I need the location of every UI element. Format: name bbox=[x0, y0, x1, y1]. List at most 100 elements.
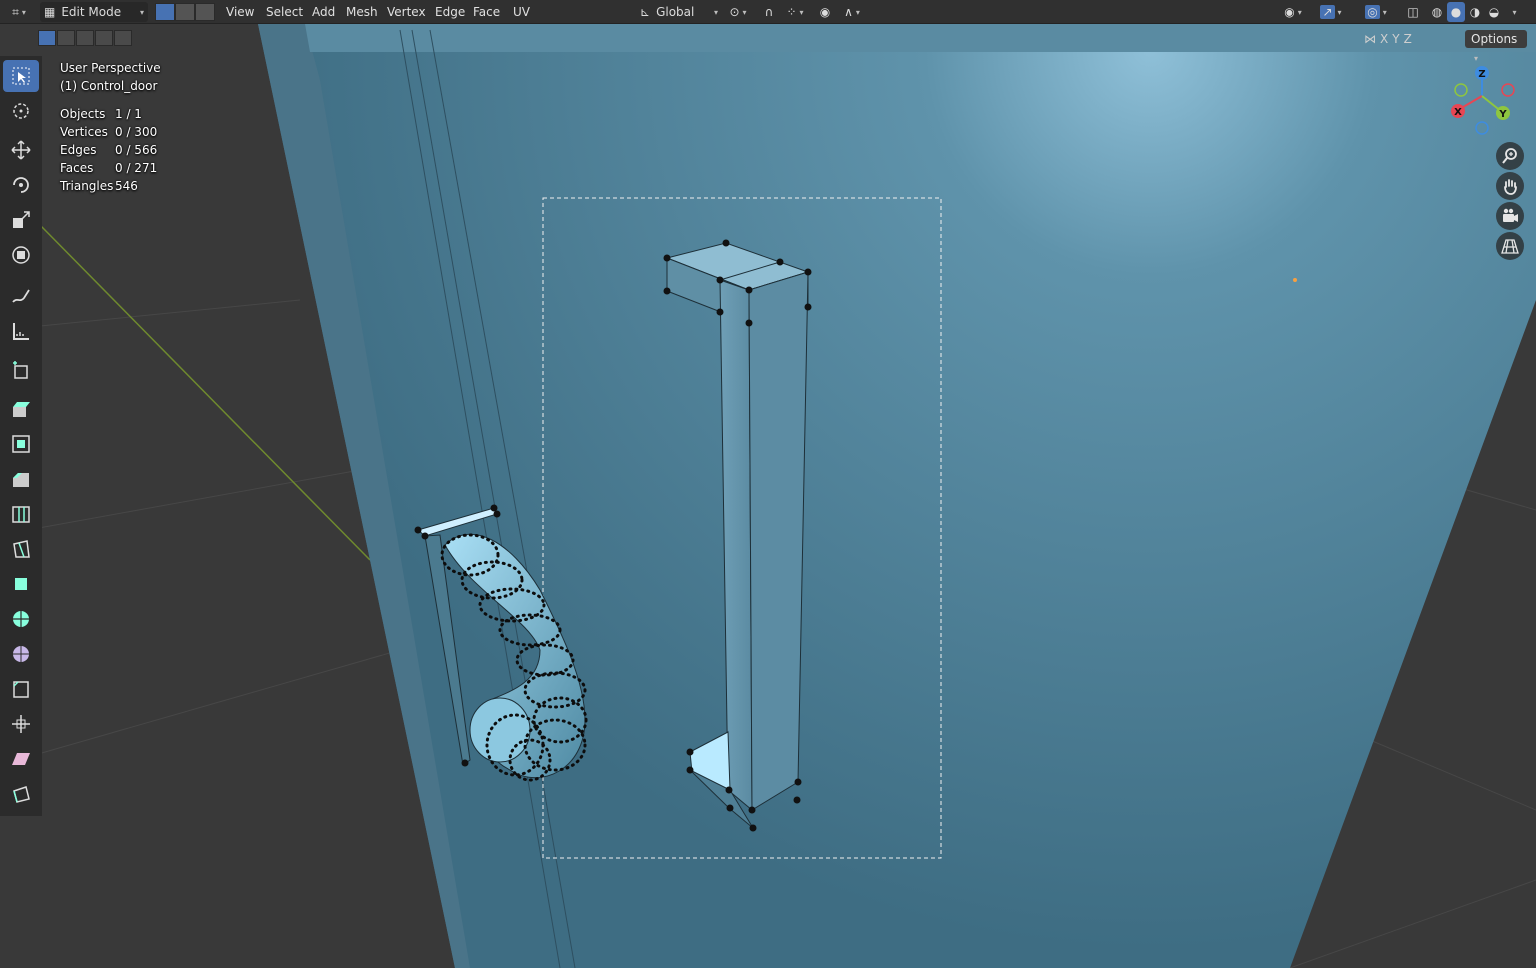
mirror-axis-toggles: ⋈ X Y Z bbox=[1364, 30, 1412, 48]
transform-tool[interactable] bbox=[3, 239, 39, 271]
mode-label: Edit Mode bbox=[61, 5, 122, 19]
loop-cut-tool[interactable] bbox=[3, 498, 39, 530]
loop-cut-icon bbox=[12, 506, 30, 523]
spin-icon bbox=[13, 611, 29, 627]
neg-y-axis-handle[interactable] bbox=[1454, 83, 1468, 97]
mirror-y-toggle[interactable]: Y bbox=[1392, 32, 1399, 46]
select-subtract-button[interactable] bbox=[76, 30, 94, 46]
shear-icon bbox=[12, 753, 30, 765]
overlays-toggle[interactable]: ◎ ▾ bbox=[1358, 2, 1394, 22]
chevron-down-icon: ▾ bbox=[713, 7, 718, 17]
add-cube-tool[interactable] bbox=[3, 354, 39, 386]
material-sphere-icon: ◑ bbox=[1469, 5, 1481, 19]
rip-tool[interactable] bbox=[3, 778, 39, 810]
knife-icon bbox=[13, 540, 30, 558]
solid-shading-button[interactable]: ● bbox=[1447, 2, 1465, 22]
chevron-down-icon: ▾ bbox=[1512, 7, 1517, 17]
menu-edge[interactable]: Edge bbox=[435, 3, 465, 21]
edge-slide-icon bbox=[13, 681, 29, 698]
xray-toggle[interactable]: ◫ bbox=[1404, 2, 1422, 22]
editor-type-icon: ⌗ bbox=[12, 4, 19, 19]
pivot-point-button[interactable]: ⊙ ▾ bbox=[724, 2, 752, 22]
object-name: (1) Control_door bbox=[60, 79, 158, 93]
shear-tool[interactable] bbox=[3, 743, 39, 775]
edit-mode-icon: ▦ bbox=[44, 5, 56, 19]
knife-tool[interactable] bbox=[3, 533, 39, 565]
menu-vertex[interactable]: Vertex bbox=[387, 3, 426, 21]
inset-tool[interactable] bbox=[3, 428, 39, 460]
bevel-tool[interactable] bbox=[3, 463, 39, 495]
mode-dropdown[interactable]: ▦ Edit Mode ▾ bbox=[40, 2, 148, 22]
pan-button[interactable] bbox=[1496, 172, 1524, 200]
object-origin bbox=[1293, 278, 1297, 282]
visibility-button[interactable]: ◉ ▾ bbox=[1278, 2, 1308, 22]
editor-type-button[interactable]: ⌗ ▾ bbox=[4, 2, 34, 22]
transform-orientation-dropdown[interactable]: ⊾ Global ▾ bbox=[640, 2, 718, 22]
annotate-tool[interactable] bbox=[3, 280, 39, 312]
stat-label: Triangles bbox=[60, 179, 114, 193]
select-invert-button[interactable] bbox=[95, 30, 113, 46]
vertex-select-button[interactable] bbox=[155, 3, 175, 21]
shrink-fatten-tool[interactable] bbox=[3, 708, 39, 740]
rotate-tool[interactable] bbox=[3, 169, 39, 201]
falloff-button[interactable]: ∧ ▾ bbox=[838, 2, 866, 22]
gizmo-toggle[interactable]: ↗ ▾ bbox=[1314, 2, 1348, 22]
select-intersect-button[interactable] bbox=[114, 30, 132, 46]
spin-tool[interactable] bbox=[3, 603, 39, 635]
wireframe-shading-button[interactable]: ◍ bbox=[1428, 2, 1446, 22]
transform-icon bbox=[12, 246, 30, 264]
navigation-gizmo[interactable]: Z X Y bbox=[1440, 60, 1524, 140]
stat-row: Edges 0 / 566 bbox=[60, 141, 161, 159]
smooth-tool[interactable] bbox=[3, 638, 39, 670]
menu-mesh[interactable]: Mesh bbox=[346, 3, 378, 21]
camera-view-button[interactable] bbox=[1496, 202, 1524, 230]
zoom-icon bbox=[1502, 148, 1517, 164]
move-tool[interactable] bbox=[3, 134, 39, 166]
measure-icon bbox=[13, 323, 29, 340]
stat-value: 0 / 271 bbox=[115, 161, 158, 175]
mirror-x-toggle[interactable]: X bbox=[1380, 32, 1388, 46]
snap-target-button[interactable]: ⁘ ▾ bbox=[780, 2, 810, 22]
poly-build-icon bbox=[15, 578, 27, 590]
stat-label: Vertices bbox=[60, 125, 108, 139]
menu-add[interactable]: Add bbox=[312, 3, 335, 21]
menu-face[interactable]: Face bbox=[473, 3, 500, 21]
mesh-statistics: Objects 1 / 1 Vertices 0 / 300 Edges 0 / 56… bbox=[60, 105, 161, 195]
proportional-edit-toggle[interactable]: ◉ bbox=[816, 2, 834, 22]
zoom-button[interactable] bbox=[1496, 142, 1524, 170]
view-name: User Perspective bbox=[60, 61, 161, 75]
annotate-icon bbox=[12, 289, 30, 303]
menu-view[interactable]: View bbox=[226, 3, 254, 21]
edge-select-button[interactable] bbox=[175, 3, 195, 21]
3d-viewport[interactable] bbox=[0, 24, 1536, 968]
falloff-icon: ∧ bbox=[844, 5, 853, 19]
options-dropdown[interactable]: Options ▾ bbox=[1465, 30, 1527, 63]
menu-uv[interactable]: UV bbox=[513, 3, 530, 21]
scale-tool[interactable] bbox=[3, 204, 39, 236]
pivot-icon: ⊙ bbox=[729, 5, 740, 19]
neg-z-axis-handle[interactable] bbox=[1475, 121, 1489, 135]
select-new-button[interactable] bbox=[38, 30, 56, 46]
material-shading-button[interactable]: ◑ bbox=[1466, 2, 1484, 22]
shading-options-button[interactable]: ▾ bbox=[1506, 2, 1520, 22]
extrude-tool[interactable] bbox=[3, 393, 39, 425]
cursor-tool[interactable] bbox=[3, 95, 39, 127]
rotate-icon bbox=[13, 177, 29, 193]
door-panel bbox=[258, 24, 1536, 968]
select-box-tool[interactable] bbox=[3, 60, 39, 92]
edge-slide-tool[interactable] bbox=[3, 673, 39, 705]
mirror-z-toggle[interactable]: Z bbox=[1404, 32, 1412, 46]
rendered-shading-button[interactable]: ◒ bbox=[1485, 2, 1503, 22]
neg-x-axis-handle[interactable] bbox=[1501, 83, 1515, 97]
shrink-fatten-icon bbox=[12, 715, 30, 733]
select-extend-button[interactable] bbox=[57, 30, 75, 46]
perspective-toggle-button[interactable] bbox=[1496, 232, 1524, 260]
face-select-button[interactable] bbox=[195, 3, 215, 21]
menu-select[interactable]: Select bbox=[266, 3, 303, 21]
poly-build-tool[interactable] bbox=[3, 568, 39, 600]
stat-row: Faces 0 / 271 bbox=[60, 159, 161, 177]
xray-icon: ◫ bbox=[1407, 5, 1419, 19]
measure-tool[interactable] bbox=[3, 315, 39, 347]
snap-toggle[interactable]: ∩ bbox=[760, 2, 778, 22]
overlays-icon: ◎ bbox=[1365, 5, 1380, 19]
